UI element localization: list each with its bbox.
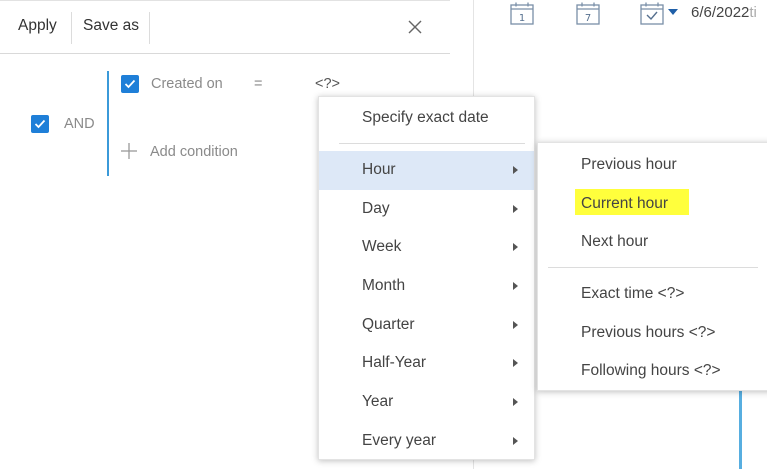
date-display[interactable]: 6/6/2022ti [691, 4, 757, 21]
submenu-item-current-hour[interactable]: Current hour [538, 184, 767, 222]
calendar-week-number: 7 [585, 13, 591, 24]
timeline-marker [739, 390, 742, 469]
submenu-item-label: Current hour [581, 195, 669, 212]
menu-item-half-year[interactable]: Half-Year [319, 344, 534, 383]
hour-submenu: Previous hour Current hour Next hour Exa… [537, 142, 767, 391]
menu-item-every-year[interactable]: Every year [319, 422, 534, 461]
submenu-item-following-hours[interactable]: Following hours <?> [538, 351, 767, 389]
toolbar-divider [149, 12, 150, 44]
calendar-check-icon[interactable] [640, 2, 664, 25]
filter-toolbar: Apply Save as [0, 0, 450, 54]
chevron-right-icon [513, 205, 518, 213]
calendar-day-icon[interactable]: 1 [510, 2, 534, 25]
chevron-right-icon [513, 166, 518, 174]
submenu-item-label: Exact time <?> [581, 285, 685, 302]
submenu-item-previous-hours[interactable]: Previous hours <?> [538, 313, 767, 351]
group-checkbox[interactable] [31, 115, 49, 133]
menu-item-label: Week [362, 238, 402, 255]
condition-value[interactable]: <?> [315, 76, 340, 92]
toolbar-divider [71, 12, 72, 44]
menu-item-hour[interactable]: Hour [319, 151, 534, 190]
chevron-right-icon [513, 282, 518, 290]
save-as-button[interactable]: Save as [83, 17, 139, 35]
menu-item-specify-exact-date[interactable]: Specify exact date [319, 99, 534, 138]
chevron-right-icon [513, 437, 518, 445]
menu-item-month[interactable]: Month [319, 267, 534, 306]
condition-group-line [107, 71, 109, 176]
menu-item-label: Month [362, 277, 406, 294]
condition-checkbox[interactable] [121, 75, 139, 93]
app-root: 1 7 6/6/2022ti Apply Save as AND Created… [0, 0, 767, 469]
menu-item-day[interactable]: Day [319, 190, 534, 229]
menu-divider [548, 267, 758, 268]
menu-item-week[interactable]: Week [319, 228, 534, 267]
submenu-item-label: Previous hour [581, 156, 677, 173]
menu-item-label: Every year [362, 432, 437, 449]
calendar-day-number: 1 [519, 13, 525, 24]
condition-operator[interactable]: = [254, 76, 262, 92]
add-condition-link[interactable]: Add condition [150, 144, 238, 160]
menu-divider [339, 143, 525, 144]
close-icon[interactable] [405, 17, 425, 37]
menu-item-label: Half-Year [362, 354, 427, 371]
chevron-right-icon [513, 359, 518, 367]
submenu-item-previous-hour[interactable]: Previous hour [538, 145, 767, 183]
submenu-item-label: Following hours <?> [581, 362, 721, 379]
date-macro-menu: Specify exact date Hour Day Week Month Q… [318, 96, 535, 460]
menu-item-year[interactable]: Year [319, 383, 534, 422]
check-icon [124, 79, 136, 89]
menu-item-label: Quarter [362, 316, 415, 333]
menu-item-label: Year [362, 393, 394, 410]
menu-item-label: Specify exact date [362, 109, 489, 126]
menu-item-label: Day [362, 200, 390, 217]
chevron-right-icon [513, 243, 518, 251]
submenu-item-next-hour[interactable]: Next hour [538, 222, 767, 260]
menu-item-quarter[interactable]: Quarter [319, 306, 534, 345]
date-suffix: ti [749, 4, 757, 21]
chevron-right-icon [513, 398, 518, 406]
plus-icon[interactable] [120, 142, 138, 160]
calendar-week-icon[interactable]: 7 [576, 2, 600, 25]
condition-column[interactable]: Created on [151, 76, 223, 92]
date-dropdown-icon[interactable] [668, 9, 678, 16]
submenu-item-exact-time[interactable]: Exact time <?> [538, 274, 767, 312]
check-icon [34, 119, 46, 129]
submenu-item-label: Previous hours <?> [581, 324, 716, 341]
submenu-item-label: Next hour [581, 233, 649, 250]
date-value: 6/6/2022 [691, 4, 750, 21]
apply-button[interactable]: Apply [18, 17, 57, 35]
menu-item-label: Hour [362, 161, 396, 178]
group-operator[interactable]: AND [64, 116, 95, 132]
toolbar-top-border [0, 0, 450, 1]
chevron-right-icon [513, 321, 518, 329]
